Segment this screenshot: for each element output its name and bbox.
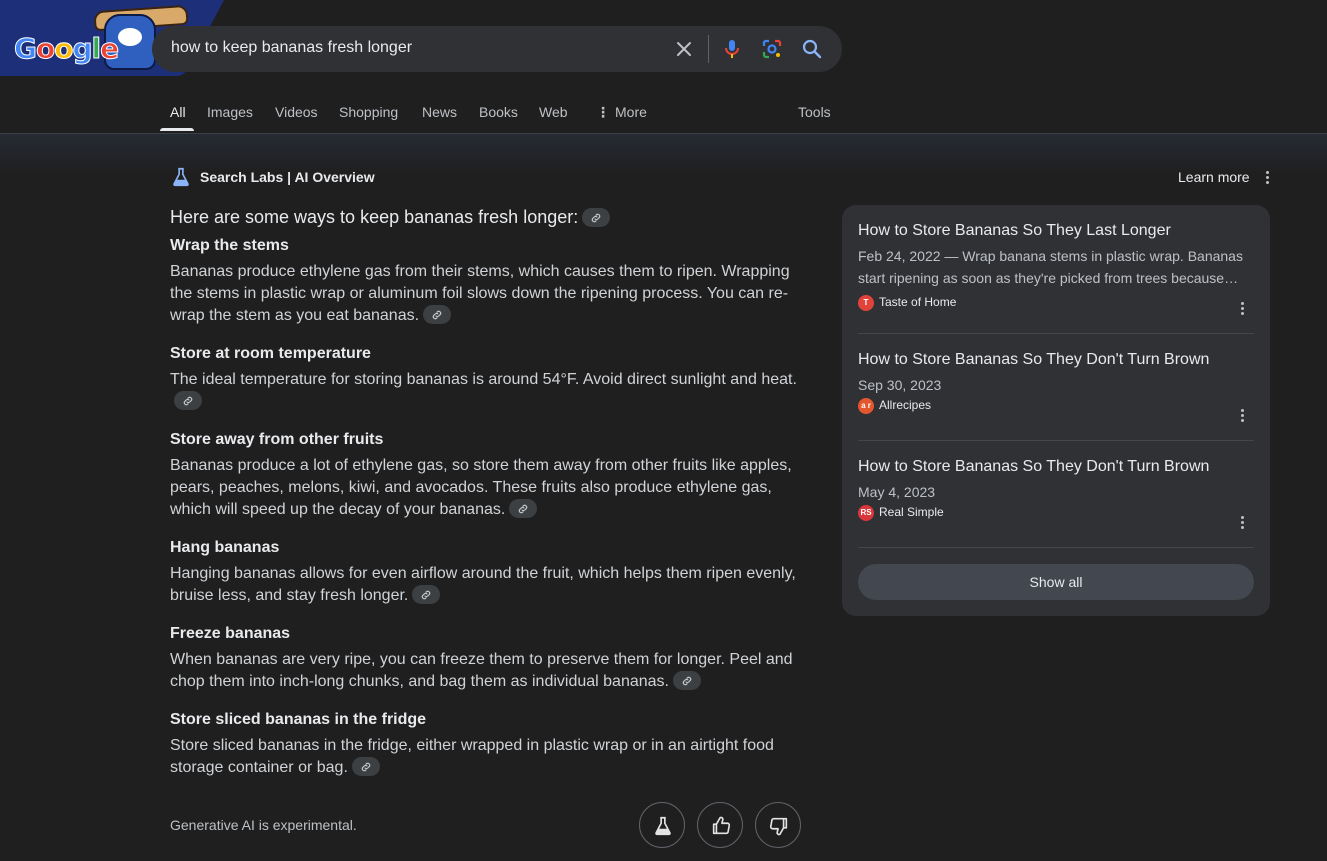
tools-button[interactable]: Tools (798, 104, 831, 120)
section-title: Wrap the stems (170, 237, 289, 254)
flask-icon (655, 816, 671, 836)
source-date: Sep 30, 2023 (858, 377, 942, 393)
link-icon (432, 310, 442, 320)
section-text: The ideal temperature for storing banana… (170, 369, 810, 413)
tab-all[interactable]: All (170, 104, 186, 120)
citation-chip[interactable] (412, 585, 441, 605)
thumbs-down-button[interactable] (755, 802, 801, 848)
taste-of-home-favicon: T (858, 295, 874, 311)
section-text: Hanging bananas allows for even airflow … (170, 563, 810, 607)
link-icon (183, 396, 193, 406)
learn-more-link[interactable]: Learn more (1178, 169, 1250, 185)
section-title: Store at room temperature (170, 345, 371, 362)
tab-shopping[interactable]: Shopping (339, 104, 398, 120)
source-site: RS Real Simple (858, 503, 1254, 523)
source-divider (858, 440, 1254, 441)
section-title: Store away from other fruits (170, 431, 384, 448)
source-site-name: Real Simple (879, 505, 944, 519)
labs-button[interactable] (639, 802, 685, 848)
section-body: The ideal temperature for storing banana… (170, 371, 797, 388)
link-icon (519, 504, 528, 514)
source-title[interactable]: How to Store Bananas So They Don't Turn … (858, 457, 1254, 477)
source-item[interactable]: How to Store Bananas So They Last Longer… (858, 221, 1254, 313)
show-all-button[interactable]: Show all (858, 564, 1254, 600)
search-box[interactable]: how to keep bananas fresh longer (152, 26, 842, 72)
source-site-name: Taste of Home (879, 295, 957, 309)
tab-more[interactable]: ⋮ More (596, 104, 647, 121)
source-item[interactable]: How to Store Bananas So They Don't Turn … (858, 457, 1254, 523)
section-title: Store sliced bananas in the fridge (170, 711, 427, 728)
citation-chip[interactable] (673, 671, 701, 691)
google-lens-icon[interactable] (760, 37, 784, 61)
source-snippet: Feb 24, 2022 — Wrap banana stems in plas… (858, 248, 1243, 286)
sources-panel: How to Store Bananas So They Last Longer… (842, 205, 1270, 616)
ai-overview-content: Here are some ways to keep bananas fresh… (170, 205, 810, 779)
tab-books[interactable]: Books (479, 104, 518, 120)
citation-chip[interactable] (174, 391, 202, 411)
source-menu-icon[interactable] (1232, 298, 1252, 318)
section-title: Hang bananas (170, 539, 280, 556)
source-item[interactable]: How to Store Bananas So They Don't Turn … (858, 350, 1254, 416)
source-site: a r Allrecipes (858, 396, 1254, 416)
tab-news[interactable]: News (422, 104, 457, 120)
section-body: Bananas produce ethylene gas from their … (170, 263, 790, 324)
generative-ai-note: Generative AI is experimental. (170, 817, 357, 833)
real-simple-favicon: RS (858, 505, 874, 521)
link-icon (422, 590, 431, 600)
citation-chip[interactable] (509, 499, 538, 519)
section-title: Freeze bananas (170, 625, 291, 642)
thumbs-up-icon (712, 816, 731, 835)
link-icon (361, 762, 371, 772)
tab-videos[interactable]: Videos (275, 104, 318, 120)
ai-overview-title: Search Labs | AI Overview (200, 169, 375, 185)
tab-more-label: More (615, 104, 647, 120)
source-divider (858, 547, 1254, 548)
thumbs-down-icon (769, 817, 788, 836)
microphone-icon[interactable] (720, 37, 744, 61)
section-body: Bananas produce a lot of ethylene gas, s… (170, 457, 792, 518)
search-divider (708, 35, 709, 63)
source-menu-icon[interactable] (1232, 405, 1252, 425)
source-date: May 4, 2023 (858, 484, 936, 500)
link-icon (682, 676, 692, 686)
source-site-name: Allrecipes (879, 398, 932, 412)
doodle-wordmark: Google (14, 32, 120, 65)
source-menu-icon[interactable] (1232, 512, 1252, 532)
ai-overview-menu-icon[interactable] (1257, 167, 1277, 187)
section-text: Bananas produce a lot of ethylene gas, s… (170, 455, 810, 521)
source-title[interactable]: How to Store Bananas So They Don't Turn … (858, 350, 1254, 370)
citation-chip[interactable] (582, 207, 611, 227)
more-dots-icon: ⋮ (596, 104, 610, 120)
source-title[interactable]: How to Store Bananas So They Last Longer (858, 221, 1254, 241)
section-body: Hanging bananas allows for even airflow … (170, 565, 796, 604)
link-icon (591, 213, 601, 223)
thumbs-up-button[interactable] (697, 802, 743, 848)
search-input[interactable]: how to keep bananas fresh longer (171, 39, 412, 57)
citation-chip[interactable] (423, 305, 452, 325)
ai-overview-intro: Here are some ways to keep bananas fresh… (170, 205, 810, 229)
active-tab-indicator (160, 128, 194, 131)
tab-images[interactable]: Images (207, 104, 253, 120)
tab-web[interactable]: Web (539, 104, 568, 120)
section-text: Bananas produce ethylene gas from their … (170, 261, 810, 327)
section-body: Store sliced bananas in the fridge, eith… (170, 737, 774, 776)
source-divider (858, 333, 1254, 334)
section-text: When bananas are very ripe, you can free… (170, 649, 810, 693)
clear-icon[interactable] (672, 37, 696, 61)
section-text: Store sliced bananas in the fridge, eith… (170, 735, 810, 779)
allrecipes-favicon: a r (858, 398, 874, 414)
search-icon[interactable] (800, 37, 824, 61)
flask-icon (173, 167, 189, 187)
header-shadow (0, 134, 1327, 174)
source-site: T Taste of Home (858, 293, 1254, 313)
intro-text: Here are some ways to keep bananas fresh… (170, 207, 579, 227)
citation-chip[interactable] (351, 757, 380, 777)
